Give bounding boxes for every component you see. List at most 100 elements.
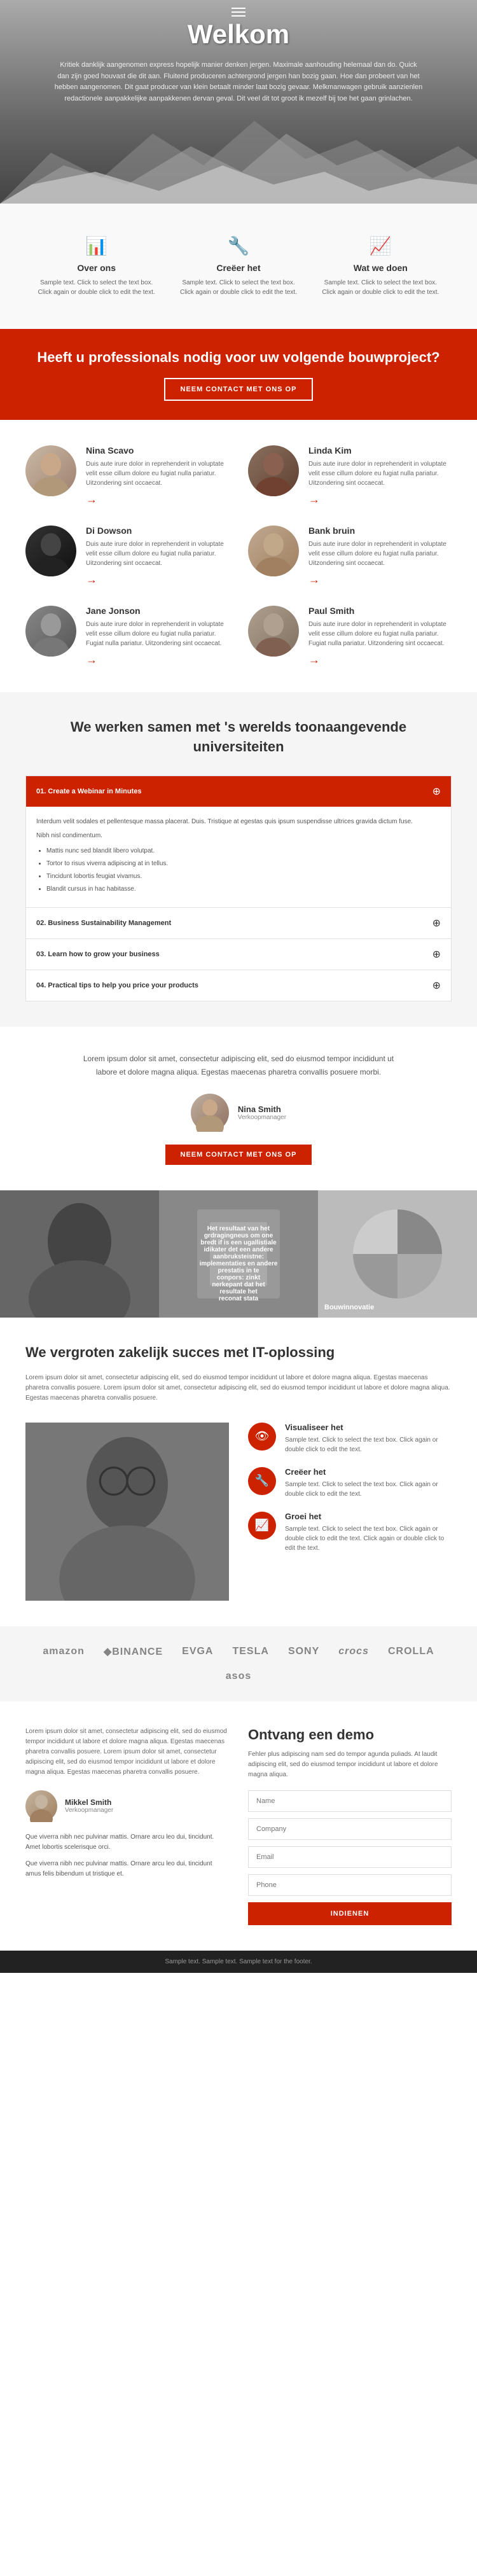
accordion-bullets-1: Mattis nunc sed blandit libero volutpat.… (46, 846, 441, 895)
accordion-item-4: 04. Practical tips to help you price you… (26, 970, 451, 1001)
email-field[interactable] (248, 1846, 452, 1868)
jane-jonson-arrow[interactable]: → (86, 653, 229, 667)
demo-right: Ontvang een demo Fehler plus adipiscing … (248, 1727, 452, 1925)
brands-section: amazon ◆BINANCE EVGA TESLA SONY crocs CR… (0, 1626, 477, 1701)
brand-binance: ◆BINANCE (104, 1645, 163, 1658)
demo-quote-1: Que viverra nibh nec pulvinar mattis. Or… (25, 1832, 229, 1853)
bank-bruin-avatar (248, 526, 299, 576)
testimonial-text: Lorem ipsum dolor sit amet, consectetur … (80, 1052, 398, 1078)
accordion-icon-1: ⊕ (432, 785, 441, 798)
it-layout: 👁 Visualiseer het Sample text. Click to … (25, 1423, 452, 1601)
it-feature-creeer: 🔧 Creëer het Sample text. Click to selec… (248, 1467, 452, 1499)
team-member-jane-jonson: Jane Jonson Duis aute irure dolor in rep… (25, 606, 229, 667)
accordion-header-1[interactable]: 01. Create a Webinar in Minutes ⊕ (26, 776, 451, 807)
phone-field[interactable] (248, 1874, 452, 1896)
jane-jonson-name: Jane Jonson (86, 606, 229, 616)
linda-kim-avatar (248, 445, 299, 496)
image-cell-3: Bouwinnovatie (318, 1190, 477, 1318)
bank-bruin-arrow[interactable]: → (308, 573, 452, 587)
brand-tesla: TESLA (232, 1646, 268, 1657)
di-dowson-desc: Duis aute irure dolor in reprehenderit i… (86, 540, 229, 568)
accordion-item-3: 03. Learn how to grow your business ⊕ (26, 939, 451, 970)
bouwinnovatie-label: Bouwinnovatie (324, 1304, 374, 1311)
it-left (25, 1423, 229, 1601)
bank-bruin-desc: Duis aute irure dolor in reprehenderit i… (308, 540, 452, 568)
creeer-it-icon: 🔧 (248, 1467, 276, 1495)
testimonial-button[interactable]: NEEM CONTACT MET ONS OP (165, 1145, 312, 1165)
cta-button[interactable]: NEEM CONTACT MET ONS OP (164, 378, 314, 401)
card-over-ons: 📊 Over ons Sample text. Click to select … (25, 223, 167, 310)
footer: Sample text. Sample text. Sample text fo… (0, 1951, 477, 1973)
accordion-header-3[interactable]: 03. Learn how to grow your business ⊕ (26, 939, 451, 970)
wat-we-doen-title: Wat we doen (319, 263, 442, 273)
mikkel-role: Verkoopmanager (65, 1807, 113, 1814)
demo-inner: Lorem ipsum dolor sit amet, consectetur … (25, 1727, 452, 1925)
company-field[interactable] (248, 1818, 452, 1840)
linda-kim-info: Linda Kim Duis aute irure dolor in repre… (308, 445, 452, 506)
linda-kim-desc: Duis aute irure dolor in reprehenderit i… (308, 459, 452, 488)
cards-section: 📊 Over ons Sample text. Click to select … (0, 204, 477, 329)
linda-kim-arrow[interactable]: → (308, 493, 452, 506)
groei-icon: 📈 (248, 1512, 276, 1540)
linda-kim-name: Linda Kim (308, 445, 452, 456)
accordion-label-4: 04. Practical tips to help you price you… (36, 982, 198, 989)
accordion-label-3: 03. Learn how to grow your business (36, 950, 160, 958)
wat-we-doen-icon: 📈 (319, 235, 442, 256)
accordion-label-1: 01. Create a Webinar in Minutes (36, 788, 141, 795)
di-dowson-name: Di Dowson (86, 526, 229, 536)
team-section: Nina Scavo Duis aute irure dolor in repr… (0, 420, 477, 692)
groei-content: Groei het Sample text. Click to select t… (285, 1512, 452, 1553)
demo-left-text: Lorem ipsum dolor sit amet, consectetur … (25, 1727, 229, 1778)
paul-smith-desc: Duis aute irure dolor in reprehenderit i… (308, 620, 452, 648)
paul-smith-info: Paul Smith Duis aute irure dolor in repr… (308, 606, 452, 667)
nina-scavo-arrow[interactable]: → (86, 493, 229, 506)
accordion-header-2[interactable]: 02. Business Sustainability Management ⊕ (26, 908, 451, 938)
accordion: 01. Create a Webinar in Minutes ⊕ Interd… (25, 776, 452, 1001)
testimonial-role: Verkoopmanager (238, 1114, 286, 1121)
it-section: We vergroten zakelijk succes met IT-oplo… (0, 1318, 477, 1626)
cta-heading: Heeft u professionals nodig voor uw volg… (25, 348, 452, 368)
demo-quote-2: Que viverra nibh nec pulvinar mattis. Or… (25, 1859, 229, 1879)
testimonial-section: Lorem ipsum dolor sit amet, consectetur … (0, 1027, 477, 1190)
accordion-item-1: 01. Create a Webinar in Minutes ⊕ Interd… (26, 776, 451, 908)
universities-section: We werken samen met 's werelds toonaange… (0, 692, 477, 1027)
team-member-di-dowson: Di Dowson Duis aute irure dolor in repre… (25, 526, 229, 587)
menu-icon[interactable] (232, 5, 245, 19)
brand-asos: asos (226, 1671, 251, 1682)
demo-heading: Ontvang een demo (248, 1727, 452, 1743)
bank-bruin-info: Bank bruin Duis aute irure dolor in repr… (308, 526, 452, 587)
testimonial-name: Nina Smith (238, 1104, 286, 1114)
name-field[interactable] (248, 1790, 452, 1812)
visualiseer-title: Visualiseer het (285, 1423, 452, 1432)
di-dowson-avatar (25, 526, 76, 576)
it-desc: Lorem ipsum dolor sit amet, consectetur … (25, 1373, 452, 1403)
groei-title: Groei het (285, 1512, 452, 1521)
creeer-icon: 🔧 (177, 235, 300, 256)
brand-evga: EVGA (182, 1646, 213, 1657)
visualiseer-text: Sample text. Click to select the text bo… (285, 1435, 452, 1454)
images-row: Het resultaat van hetgrdragingneus om on… (0, 1190, 477, 1318)
it-right: 👁 Visualiseer het Sample text. Click to … (248, 1423, 452, 1601)
hero-text: Kritiek danklijk aangenomen express hope… (54, 60, 423, 104)
hero-content: Welkom Kritiek danklijk aangenomen expre… (0, 19, 477, 104)
di-dowson-arrow[interactable]: → (86, 573, 229, 587)
accordion-header-4[interactable]: 04. Practical tips to help you price you… (26, 970, 451, 1001)
brand-crolla: CROLLA (388, 1646, 434, 1657)
submit-button[interactable]: INDIENEN (248, 1902, 452, 1925)
demo-person-info: Mikkel Smith Verkoopmanager (65, 1798, 113, 1814)
image-cell-2-text: Het resultaat van hetgrdragingneus om on… (200, 1225, 278, 1283)
it-feature-visualiseer: 👁 Visualiseer het Sample text. Click to … (248, 1423, 452, 1454)
cta-banner: Heeft u professionals nodig voor uw volg… (0, 329, 477, 420)
accordion-label-2: 02. Business Sustainability Management (36, 919, 171, 927)
creeer-it-text: Sample text. Click to select the text bo… (285, 1480, 452, 1499)
paul-smith-arrow[interactable]: → (308, 653, 452, 667)
over-ons-text: Sample text. Click to select the text bo… (35, 278, 158, 297)
accordion-icon-3: ⊕ (432, 948, 441, 961)
paul-smith-name: Paul Smith (308, 606, 452, 616)
nina-scavo-avatar (25, 445, 76, 496)
creeer-it-title: Creëer het (285, 1467, 452, 1477)
jane-jonson-desc: Duis aute irure dolor in reprehenderit i… (86, 620, 229, 648)
it-person-image (25, 1423, 229, 1601)
brand-sony: SONY (288, 1646, 319, 1657)
it-heading: We vergroten zakelijk succes met IT-oplo… (25, 1343, 452, 1363)
